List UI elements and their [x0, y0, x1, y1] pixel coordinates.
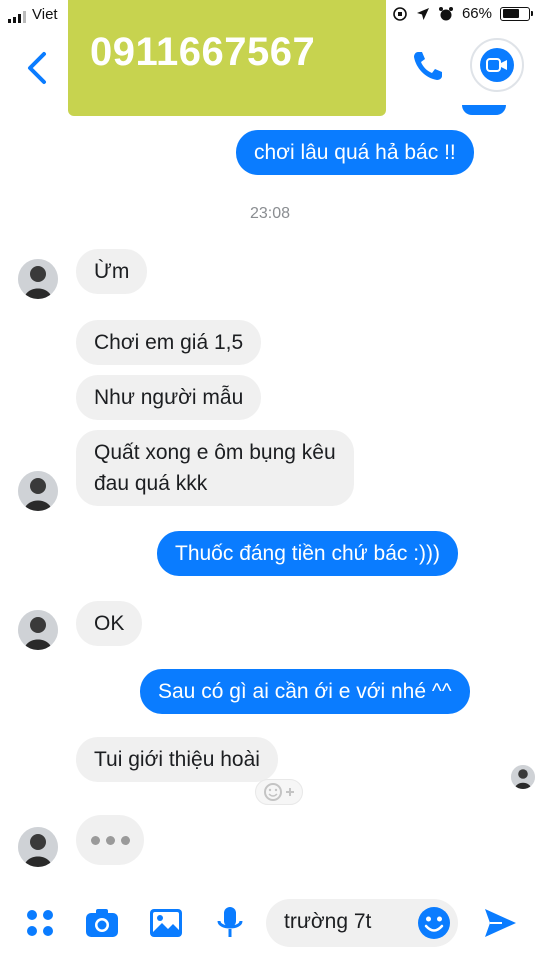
voice-call-button[interactable]: [408, 46, 448, 86]
send-button[interactable]: [482, 905, 518, 941]
incoming-message[interactable]: Ừm: [76, 249, 148, 294]
microphone-icon: [217, 907, 243, 937]
back-button[interactable]: [20, 48, 54, 88]
message-input[interactable]: [284, 910, 414, 934]
voice-record-button[interactable]: [212, 905, 248, 941]
carrier-label: Viet: [32, 6, 58, 23]
avatar[interactable]: [18, 827, 58, 867]
battery-percent: 66%: [461, 5, 492, 22]
message-line: Quất xong e ôm bụng kêu: [94, 441, 336, 464]
message-composer: [0, 885, 540, 960]
battery-fill: [502, 9, 519, 18]
alarm-icon: [438, 6, 453, 20]
phone-number-overlay: 0911667567: [68, 0, 386, 116]
incoming-message[interactable]: Như người mẫu: [76, 375, 262, 420]
outgoing-message[interactable]: chơi lâu quá hả bác !!: [236, 130, 474, 175]
avatar[interactable]: [18, 259, 58, 299]
location-icon: [416, 7, 429, 20]
image-icon: [150, 909, 182, 937]
back-chevron-icon: [28, 52, 46, 84]
camera-button[interactable]: [84, 905, 120, 941]
message-list[interactable]: chơi lâu quá hả bác !! 23:08 Ừm Chơi em …: [0, 105, 540, 885]
phone-icon: [414, 52, 442, 80]
outgoing-message[interactable]: Sau có gì ai cần ới e với nhé ^^: [140, 669, 470, 714]
emoji-button[interactable]: [416, 905, 452, 941]
emoji-icon: [418, 907, 450, 939]
phone-number: 0911667567: [90, 30, 316, 74]
outgoing-bubble-partial: [462, 105, 506, 115]
signal-icon: [8, 11, 26, 23]
incoming-message[interactable]: Tui giới thiệu hoài: [76, 737, 278, 782]
video-icon: [480, 48, 514, 82]
apps-icon: [27, 910, 53, 936]
typing-indicator: [76, 815, 144, 865]
send-icon: [485, 909, 516, 937]
avatar[interactable]: [18, 471, 58, 511]
status-left: Viet: [8, 6, 58, 23]
status-right: 66%: [392, 5, 533, 22]
incoming-message-multiline[interactable]: Quất xong e ôm bụng kêu đau quá kkk: [76, 430, 354, 506]
gallery-button[interactable]: [148, 905, 184, 941]
add-reaction-icon: [264, 783, 294, 801]
read-receipt-avatar: [511, 765, 535, 789]
message-line: đau quá kkk: [94, 472, 208, 495]
camera-icon: [86, 909, 118, 937]
message-input-container[interactable]: [266, 899, 458, 947]
avatar[interactable]: [18, 610, 58, 650]
incoming-message[interactable]: OK: [76, 601, 143, 646]
outgoing-message[interactable]: Thuốc đáng tiền chứ bác :))): [157, 531, 459, 576]
video-call-button[interactable]: [470, 38, 524, 92]
add-reaction-button[interactable]: [255, 779, 303, 805]
apps-button[interactable]: [22, 905, 58, 941]
battery-icon: [500, 6, 533, 21]
message-timestamp: 23:08: [249, 205, 291, 222]
incoming-message[interactable]: Chơi em giá 1,5: [76, 320, 262, 365]
orientation-lock-icon: [393, 6, 407, 21]
